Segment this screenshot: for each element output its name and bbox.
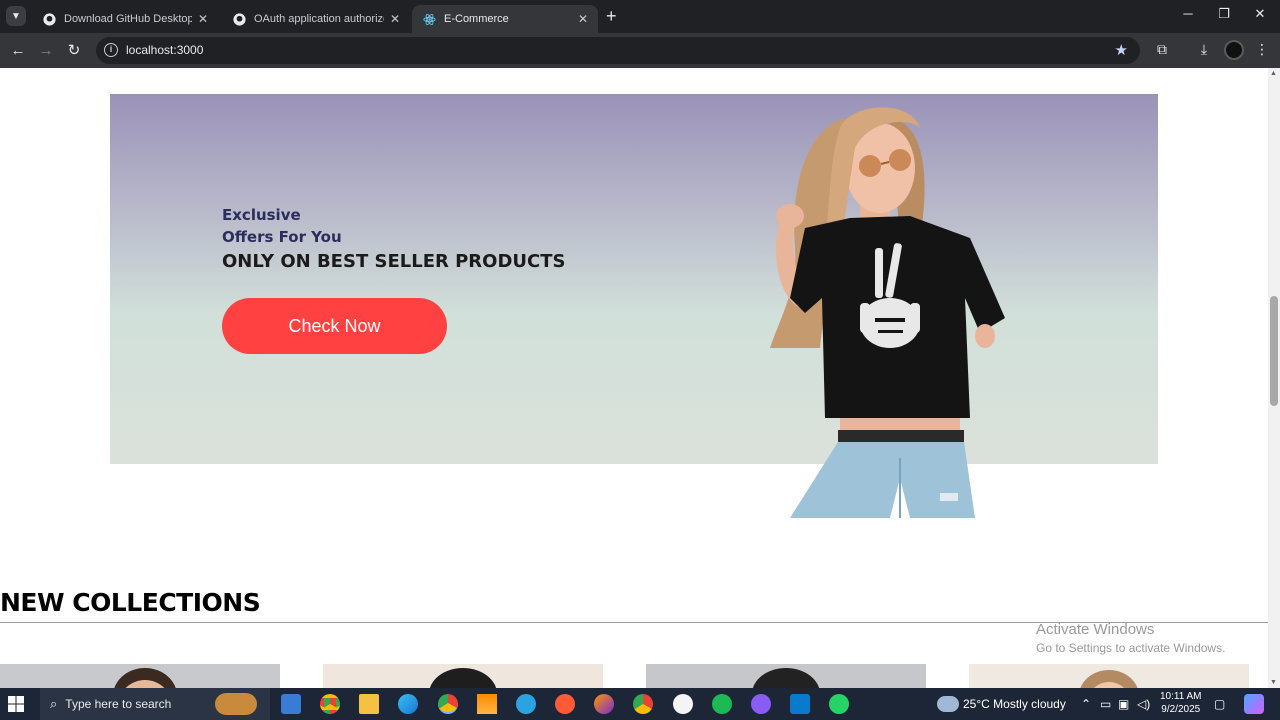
bookmark-star-icon[interactable]: ★ — [1115, 41, 1128, 59]
hero-headline: ONLY ON BEST SELLER PRODUCTS — [222, 251, 566, 272]
address-bar[interactable]: i localhost:3000 ★ — [96, 37, 1140, 64]
close-tab-icon[interactable]: ✕ — [390, 12, 400, 26]
tray-overflow-icon[interactable]: ⌃ — [1081, 697, 1091, 711]
close-tab-icon[interactable]: ✕ — [578, 12, 588, 26]
search-placeholder: Type here to search — [65, 697, 172, 711]
check-now-button[interactable]: Check Now — [222, 298, 447, 354]
firefox-icon[interactable] — [594, 694, 614, 714]
scroll-down-icon[interactable]: ▼ — [1270, 679, 1277, 686]
new-collections-heading: NEW COLLECTIONS — [0, 588, 261, 617]
restore-icon[interactable]: ❐ — [1212, 6, 1236, 22]
chrome-alt-icon[interactable] — [633, 694, 653, 714]
coconut-widget-icon[interactable] — [215, 693, 257, 715]
telegram-icon[interactable] — [516, 694, 536, 714]
tab-title: E-Commerce — [444, 13, 509, 25]
url-text[interactable]: localhost:3000 — [126, 43, 203, 57]
forward-icon[interactable]: → — [36, 41, 56, 61]
close-window-icon[interactable]: ✕ — [1248, 6, 1272, 22]
activate-windows-title: Activate Windows — [1036, 621, 1155, 638]
close-tab-icon[interactable]: ✕ — [198, 12, 208, 26]
product-card[interactable] — [969, 664, 1249, 688]
minimize-icon[interactable]: ─ — [1176, 6, 1200, 21]
site-info-icon[interactable]: i — [104, 43, 118, 57]
tab-e-commerce[interactable]: E-Commerce ✕ — [412, 5, 598, 33]
browser-toolbar: ← → ↻ i localhost:3000 ★ ⧉ ⤓ ⋮ — [0, 33, 1280, 68]
windows-start-icon[interactable] — [8, 696, 24, 712]
tab-search-button[interactable]: ▼ — [6, 6, 26, 26]
tab-oauth[interactable]: OAuth application authorized ✕ — [222, 5, 410, 33]
volume-icon[interactable]: ◁) — [1137, 697, 1150, 711]
scrollbar-thumb[interactable] — [1270, 296, 1278, 406]
windows-taskbar: ⌕ Type here to search 25°C Mostly cloudy… — [0, 688, 1280, 720]
browser-tab-bar: ▼ Download GitHub Desktop | GitHub Deskt… — [0, 0, 1280, 33]
chrome-icon[interactable] — [320, 694, 340, 714]
new-tab-button[interactable]: + — [606, 7, 617, 25]
product-card[interactable] — [0, 664, 280, 688]
scroll-up-icon[interactable]: ▲ — [1270, 70, 1277, 77]
github-taskbar-icon[interactable] — [751, 694, 771, 714]
activate-windows-hint: Go to Settings to activate Windows. — [1036, 641, 1226, 655]
tab-title: OAuth application authorized — [254, 13, 384, 25]
notifications-icon[interactable]: ▢ — [1214, 697, 1225, 711]
clock-date: 9/2/2025 — [1161, 704, 1201, 715]
tab-title: Download GitHub Desktop | GitHub Desktop — [64, 13, 192, 25]
github-icon — [232, 12, 246, 26]
extensions-icon[interactable]: ⧉ — [1152, 41, 1172, 58]
edge-icon[interactable] — [398, 694, 418, 714]
downloads-icon[interactable]: ⤓ — [1194, 41, 1214, 58]
search-icon: ⌕ — [50, 696, 58, 711]
menu-kebab-icon[interactable]: ⋮ — [1252, 41, 1272, 58]
page-scrollbar[interactable]: ▲ ▼ — [1268, 68, 1280, 688]
weather-cloud-icon[interactable] — [937, 696, 959, 712]
taskbar-clock[interactable]: 10:11 AM 9/2/2025 — [1160, 690, 1202, 716]
profile-avatar[interactable] — [1224, 40, 1244, 60]
react-icon — [422, 12, 436, 26]
github-desktop-icon[interactable] — [673, 694, 693, 714]
back-icon[interactable]: ← — [8, 41, 28, 61]
network-icon[interactable]: ▭ — [1100, 697, 1111, 711]
weather-text[interactable]: 25°C Mostly cloudy — [963, 697, 1066, 711]
product-card[interactable] — [323, 664, 603, 688]
file-explorer-icon[interactable] — [359, 694, 379, 714]
wifi-icon[interactable]: ▣ — [1118, 697, 1129, 711]
github-icon — [42, 12, 56, 26]
tab-github-desktop[interactable]: Download GitHub Desktop | GitHub Desktop… — [32, 5, 218, 33]
hero-kicker: Exclusive — [222, 206, 301, 224]
whatsapp-icon[interactable] — [829, 694, 849, 714]
chrome-profile-icon[interactable] — [438, 694, 458, 714]
copilot-icon[interactable] — [1244, 694, 1264, 714]
postman-icon[interactable] — [555, 694, 575, 714]
clock-time: 10:11 AM — [1160, 691, 1202, 702]
reload-icon[interactable]: ↻ — [64, 41, 84, 61]
spotify-icon[interactable] — [712, 694, 732, 714]
page-viewport: Exclusive Offers For You ONLY ON BEST SE… — [0, 68, 1268, 688]
vscode-icon[interactable] — [790, 694, 810, 714]
hero-kicker-secondary: Offers For You — [222, 228, 342, 246]
vlc-icon[interactable] — [477, 694, 497, 714]
product-card[interactable] — [646, 664, 926, 688]
hero-model-image — [770, 107, 1005, 518]
laptop-app-icon[interactable] — [281, 694, 301, 714]
